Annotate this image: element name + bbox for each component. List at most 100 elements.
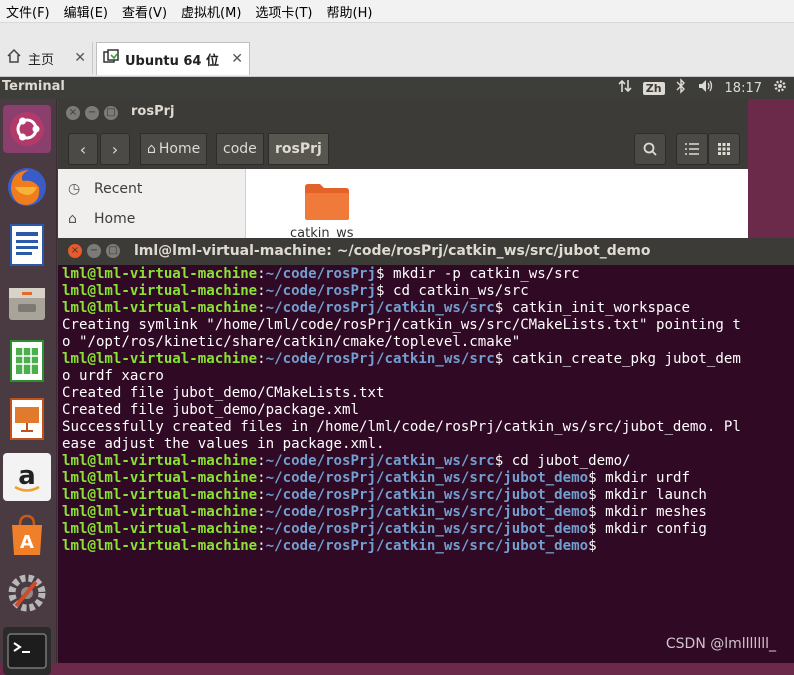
terminal-prompt-line: lml@lml-virtual-machine:~/code/rosPrj/ca… bbox=[62, 470, 790, 487]
close-icon[interactable]: ✕ bbox=[231, 51, 243, 67]
terminal-output-line: Created file jubot_demo/CMakeLists.txt bbox=[62, 385, 790, 402]
terminal-output-line: o "/opt/ros/kinetic/share/catkin/cmake/t… bbox=[62, 334, 790, 351]
prompt-path: ~/code/rosPrj/catkin_ws/src/jubot_demo bbox=[265, 504, 589, 520]
bluetooth-icon[interactable] bbox=[675, 78, 687, 98]
firefox-icon[interactable] bbox=[3, 163, 51, 211]
prompt-separator: : bbox=[257, 470, 266, 486]
prompt-separator: : bbox=[257, 351, 266, 367]
prompt-separator: : bbox=[257, 521, 266, 537]
prompt-path: ~/code/rosPrj/catkin_ws/src/jubot_demo bbox=[265, 521, 589, 537]
list-view-icon[interactable] bbox=[676, 133, 708, 165]
forward-button[interactable]: › bbox=[100, 133, 130, 165]
prompt-user: lml@lml-virtual-machine bbox=[62, 487, 258, 503]
menu-tabs[interactable]: 选项卡(T) bbox=[249, 2, 318, 21]
minimize-icon[interactable]: − bbox=[87, 244, 101, 258]
folder-icon[interactable] bbox=[304, 183, 350, 221]
active-app-title: Terminal bbox=[2, 79, 65, 94]
prompt-command: $ mkdir config bbox=[588, 521, 707, 537]
prompt-user: lml@lml-virtual-machine bbox=[62, 470, 258, 486]
search-icon[interactable] bbox=[634, 133, 666, 165]
prompt-user: lml@lml-virtual-machine bbox=[62, 453, 258, 469]
minimize-icon[interactable]: − bbox=[85, 106, 99, 120]
volume-icon[interactable] bbox=[697, 78, 715, 98]
terminal-prompt-line: lml@lml-virtual-machine:~/code/rosPrj/ca… bbox=[62, 538, 790, 555]
menu-vm[interactable]: 虚拟机(M) bbox=[175, 2, 247, 21]
prompt-command: $ catkin_init_workspace bbox=[494, 300, 690, 316]
amazon-icon[interactable]: a bbox=[3, 453, 51, 501]
prompt-separator: : bbox=[257, 300, 266, 316]
system-settings-icon[interactable] bbox=[3, 569, 51, 617]
terminal-output-line: o urdf xacro bbox=[62, 368, 790, 385]
home-icon bbox=[6, 48, 22, 68]
maximize-icon[interactable]: □ bbox=[106, 244, 120, 258]
output-text: Created file jubot_demo/CMakeLists.txt bbox=[62, 385, 385, 401]
menu-edit[interactable]: 编辑(E) bbox=[58, 2, 114, 21]
sidebar-item-label: Recent bbox=[94, 181, 143, 197]
sidebar-item-home[interactable]: ⌂ Home bbox=[68, 208, 135, 230]
terminal-output[interactable]: lml@lml-virtual-machine:~/code/rosPrj$ m… bbox=[62, 266, 790, 555]
prompt-path: ~/code/rosPrj bbox=[265, 266, 376, 282]
prompt-user: lml@lml-virtual-machine bbox=[62, 538, 258, 554]
files-icon[interactable] bbox=[3, 279, 51, 327]
terminal-output-line: ease adjust the values in package.xml. bbox=[62, 436, 790, 453]
libreoffice-impress-icon[interactable] bbox=[3, 395, 51, 443]
sidebar-item-recent[interactable]: ◷ Recent bbox=[68, 178, 142, 200]
close-icon[interactable]: × bbox=[66, 106, 80, 120]
grid-view-icon[interactable] bbox=[708, 133, 740, 165]
input-method-indicator[interactable]: Zh bbox=[642, 81, 665, 95]
clock-icon: ◷ bbox=[68, 181, 81, 197]
tab-ubuntu[interactable]: Ubuntu 64 位 ✕ bbox=[96, 42, 250, 75]
prompt-command: $ cd catkin_ws/src bbox=[375, 283, 529, 299]
indicator-area: Zh 18:17 bbox=[617, 78, 788, 98]
prompt-path: ~/code/rosPrj/catkin_ws/src bbox=[265, 453, 495, 469]
back-button[interactable]: ‹ bbox=[68, 133, 98, 165]
vm-menubar: 文件(F) 编辑(E) 查看(V) 虚拟机(M) 选项卡(T) 帮助(H) bbox=[0, 0, 794, 23]
ubuntu-top-panel: Terminal Zh 18:17 bbox=[0, 77, 794, 99]
svg-text:a: a bbox=[18, 461, 36, 491]
software-center-icon[interactable]: A bbox=[3, 511, 51, 559]
close-icon[interactable]: × bbox=[68, 244, 82, 258]
prompt-command: $ mkdir launch bbox=[588, 487, 707, 503]
prompt-command: $ bbox=[588, 538, 597, 554]
output-text: o "/opt/ros/kinetic/share/catkin/cmake/t… bbox=[62, 334, 521, 350]
terminal-output-line: Successfully created files in /home/lml/… bbox=[62, 419, 790, 436]
terminal-icon[interactable] bbox=[3, 627, 51, 675]
file-manager-window: × − □ rosPrj ‹ › ⌂ Home code rosPrj ◷ Rece… bbox=[58, 99, 748, 259]
svg-text:A: A bbox=[20, 532, 34, 553]
terminal-prompt-line: lml@lml-virtual-machine:~/code/rosPrj/ca… bbox=[62, 300, 790, 317]
prompt-path: ~/code/rosPrj/catkin_ws/src/jubot_demo bbox=[265, 470, 589, 486]
terminal-prompt-line: lml@lml-virtual-machine:~/code/rosPrj/ca… bbox=[62, 487, 790, 504]
maximize-icon[interactable]: □ bbox=[104, 106, 118, 120]
menu-help[interactable]: 帮助(H) bbox=[321, 2, 379, 21]
ubuntu-dash-icon[interactable] bbox=[3, 105, 51, 153]
vm-icon bbox=[103, 49, 119, 69]
breadcrumb-home[interactable]: ⌂ Home bbox=[140, 133, 208, 165]
prompt-command: $ mkdir meshes bbox=[588, 504, 707, 520]
prompt-command: $ mkdir urdf bbox=[588, 470, 690, 486]
breadcrumb-rosprj[interactable]: rosPrj bbox=[268, 133, 329, 165]
menu-file[interactable]: 文件(F) bbox=[0, 2, 56, 21]
libreoffice-writer-icon[interactable] bbox=[3, 221, 51, 269]
prompt-path: ~/code/rosPrj/catkin_ws/src bbox=[265, 351, 495, 367]
terminal-output-line: Creating symlink "/home/lml/code/rosPrj/… bbox=[62, 317, 790, 334]
unity-launcher: a A bbox=[0, 99, 57, 675]
libreoffice-calc-icon[interactable] bbox=[3, 337, 51, 385]
prompt-command: $ mkdir -p catkin_ws/src bbox=[375, 266, 580, 282]
file-manager-title: rosPrj bbox=[131, 104, 175, 119]
sidebar-item-label: Home bbox=[94, 211, 136, 227]
terminal-titlebar: × − □ lml@lml-virtual-machine: ~/code/ro… bbox=[58, 238, 794, 265]
terminal-title: lml@lml-virtual-machine: ~/code/rosPrj/c… bbox=[134, 243, 651, 259]
breadcrumb-home-label: Home bbox=[158, 141, 201, 157]
network-arrows-icon[interactable] bbox=[617, 78, 633, 98]
gear-icon[interactable] bbox=[772, 78, 788, 98]
prompt-path: ~/code/rosPrj bbox=[265, 283, 376, 299]
output-text: Successfully created files in /home/lml/… bbox=[62, 419, 741, 435]
menu-view[interactable]: 查看(V) bbox=[116, 2, 173, 21]
prompt-separator: : bbox=[257, 283, 266, 299]
watermark: CSDN @lmlllllll_ bbox=[665, 636, 776, 652]
tab-home[interactable]: 主页 ✕ bbox=[0, 42, 93, 74]
terminal-output-line: Created file jubot_demo/package.xml bbox=[62, 402, 790, 419]
clock[interactable]: 18:17 bbox=[725, 81, 762, 96]
breadcrumb-code[interactable]: code bbox=[216, 133, 264, 165]
close-icon[interactable]: ✕ bbox=[74, 50, 86, 66]
